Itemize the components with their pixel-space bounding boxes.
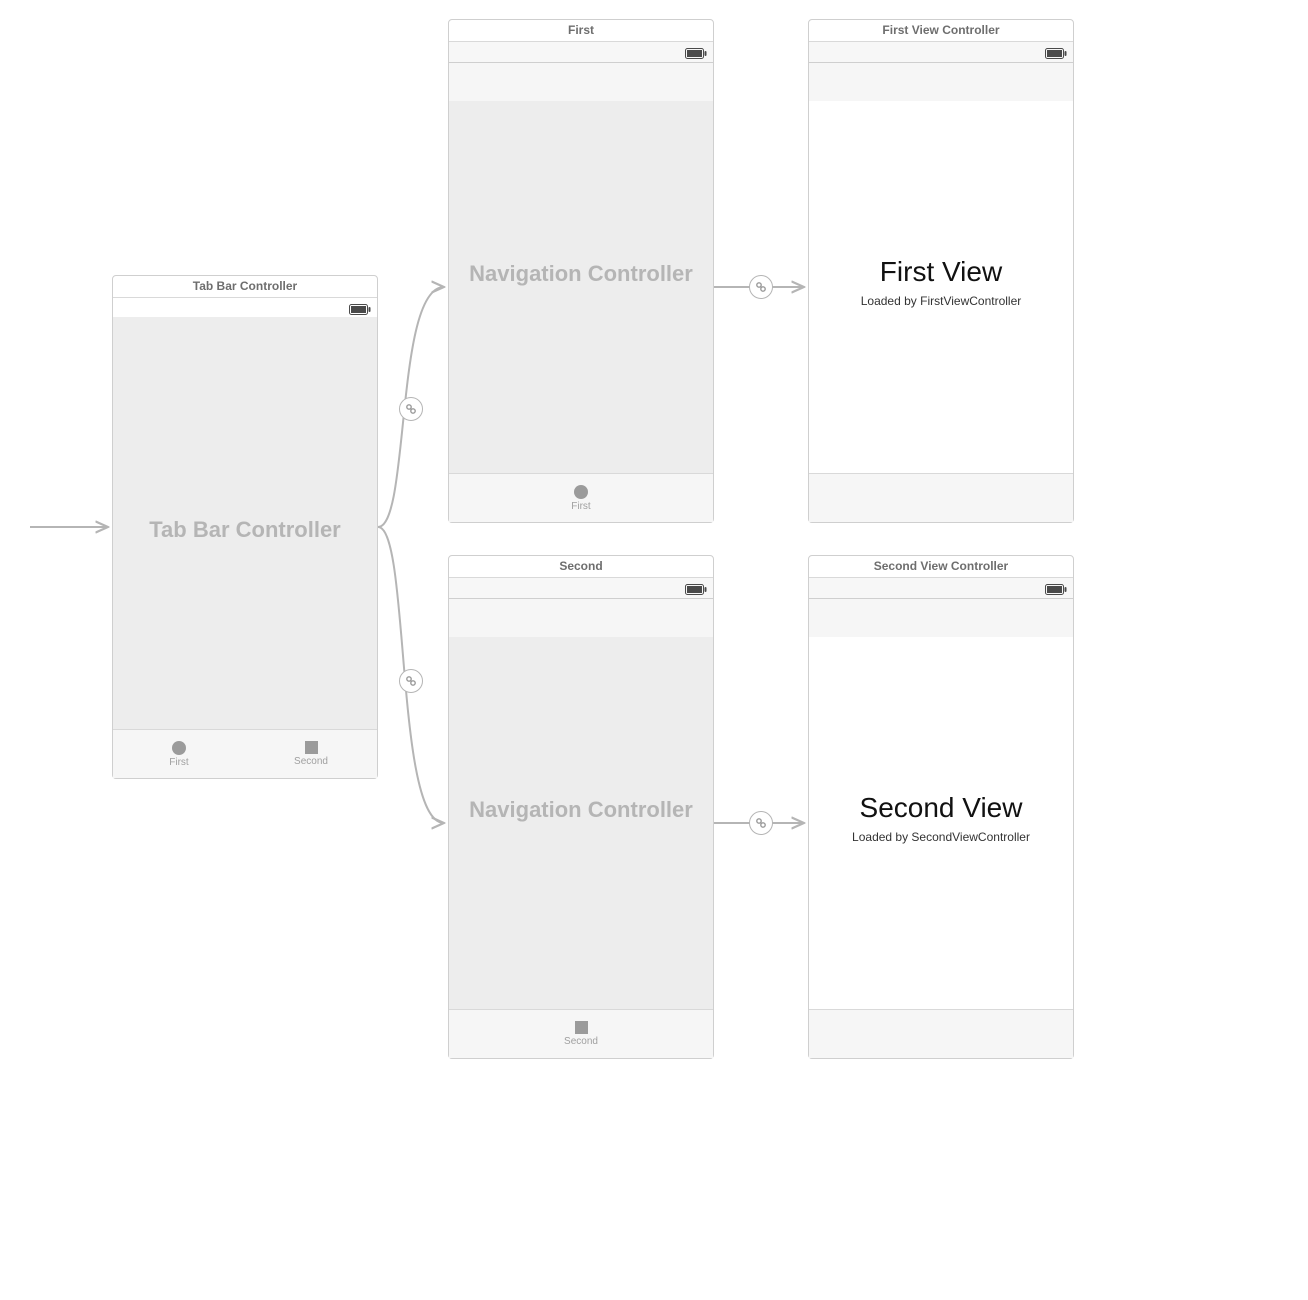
status-bar: [113, 298, 377, 319]
scene-nav-first[interactable]: First Navigation Controller First: [448, 19, 714, 523]
square-icon: [575, 1021, 588, 1034]
scene-tab-bar-controller[interactable]: Tab Bar Controller Tab Bar Controller Fi…: [112, 275, 378, 779]
view-subheading: Loaded by FirstViewController: [809, 294, 1073, 308]
placeholder-label: Navigation Controller: [449, 797, 713, 823]
scene-title: Second View Controller: [809, 556, 1073, 578]
tab-bar: [809, 1009, 1073, 1058]
scene-vc-second[interactable]: Second View Controller Second View Loade…: [808, 555, 1074, 1059]
scene-title: Second: [449, 556, 713, 578]
battery-icon: [685, 582, 707, 600]
tab-item-second[interactable]: Second: [245, 730, 377, 778]
tab-bar: First: [449, 473, 713, 522]
view-heading: First View: [809, 256, 1073, 288]
scene-title: Tab Bar Controller: [113, 276, 377, 298]
view-subheading: Loaded by SecondViewController: [809, 830, 1073, 844]
battery-icon: [1045, 46, 1067, 64]
navigation-bar[interactable]: [809, 599, 1073, 640]
view-heading: Second View: [809, 792, 1073, 824]
placeholder-label: Navigation Controller: [449, 261, 713, 287]
tab-bar: Second: [449, 1009, 713, 1058]
scene-nav-second[interactable]: Second Navigation Controller Second: [448, 555, 714, 1059]
scene-title: First View Controller: [809, 20, 1073, 42]
navigation-bar[interactable]: [449, 599, 713, 640]
tab-item-label: Second: [294, 756, 328, 767]
scene-body: First View Loaded by FirstViewController: [809, 101, 1073, 474]
segue-icon[interactable]: [399, 397, 423, 421]
status-bar: [809, 578, 1073, 599]
tab-item-label: First: [571, 501, 590, 512]
status-bar: [449, 578, 713, 599]
circle-icon: [574, 485, 588, 499]
scene-body: Tab Bar Controller: [113, 317, 377, 730]
navigation-bar[interactable]: [809, 63, 1073, 104]
square-icon: [305, 741, 318, 754]
placeholder-label: Tab Bar Controller: [113, 517, 377, 543]
battery-icon: [1045, 582, 1067, 600]
storyboard-canvas[interactable]: Tab Bar Controller Tab Bar Controller Fi…: [0, 0, 1308, 1300]
navigation-bar[interactable]: [449, 63, 713, 104]
tab-bar: [809, 473, 1073, 522]
segue-icon[interactable]: [399, 669, 423, 693]
scene-title: First: [449, 20, 713, 42]
circle-icon: [172, 741, 186, 755]
segue-icon[interactable]: [749, 275, 773, 299]
tab-item-second[interactable]: Second: [449, 1010, 713, 1058]
scene-body: Second View Loaded by SecondViewControll…: [809, 637, 1073, 1010]
status-bar: [809, 42, 1073, 63]
battery-icon: [685, 46, 707, 64]
status-bar: [449, 42, 713, 63]
tab-item-label: Second: [564, 1036, 598, 1047]
scene-body: Navigation Controller: [449, 101, 713, 474]
tab-item-label: First: [169, 757, 188, 768]
tab-bar: First Second: [113, 729, 377, 778]
tab-item-first[interactable]: First: [449, 474, 713, 522]
scene-body: Navigation Controller: [449, 637, 713, 1010]
tab-item-first[interactable]: First: [113, 730, 245, 778]
segue-icon[interactable]: [749, 811, 773, 835]
scene-vc-first[interactable]: First View Controller First View Loaded …: [808, 19, 1074, 523]
